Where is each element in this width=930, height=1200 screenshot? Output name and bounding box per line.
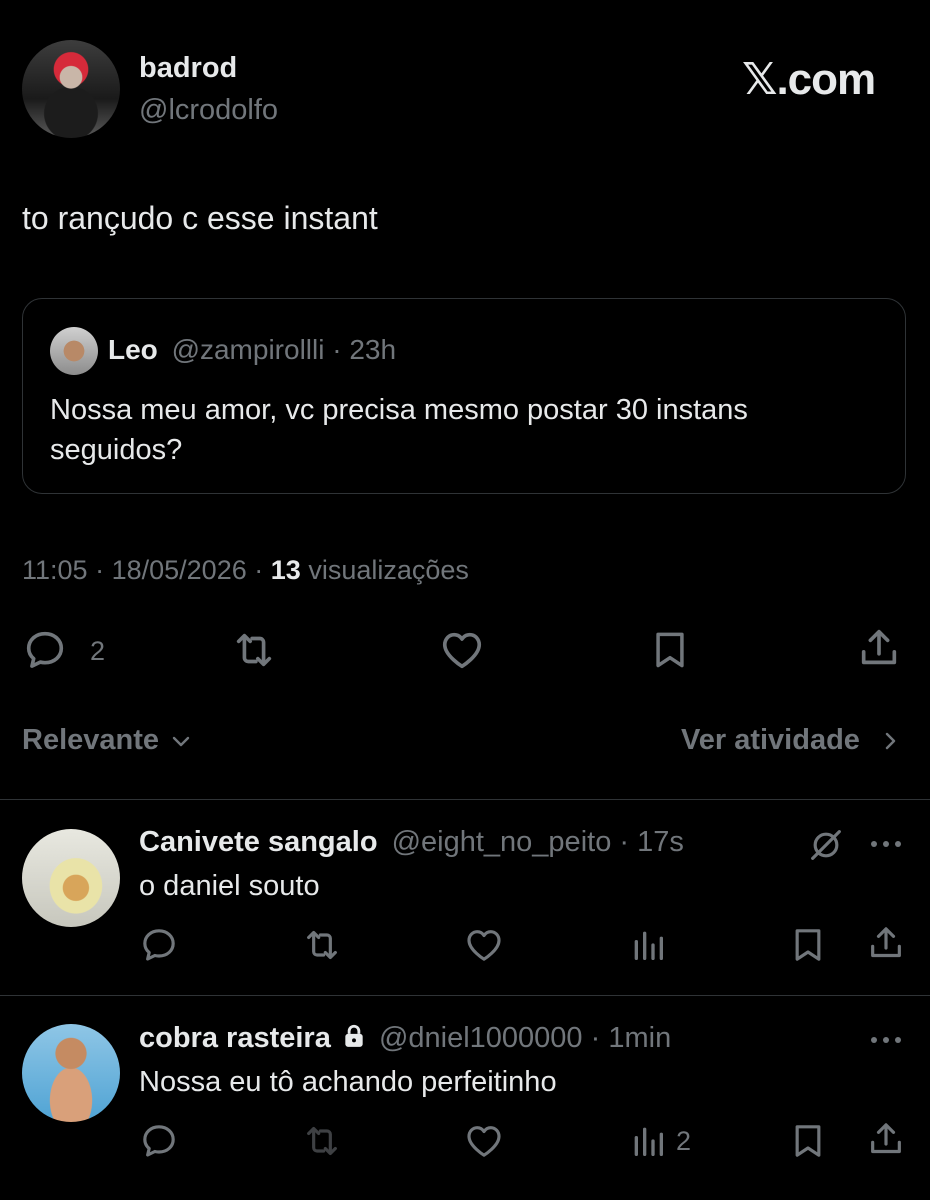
like-button[interactable] <box>464 1121 504 1161</box>
bookmark-icon <box>656 632 684 668</box>
share-icon <box>871 927 901 958</box>
lock-icon <box>345 1024 363 1047</box>
divider <box>0 995 930 996</box>
quoted-time[interactable]: 23h <box>349 334 396 365</box>
divider <box>0 799 930 800</box>
quoted-text: Nossa meu amor, vc precisa mesmo postar … <box>50 390 748 470</box>
reply-separator: · <box>590 1022 601 1054</box>
tweet-text: to rançudo c esse instant <box>22 200 378 236</box>
tweet-meta: 11:05 · 18/05/2026 · 13 visualizações <box>22 555 469 586</box>
retweet-button <box>300 1121 344 1161</box>
quoted-separator: · <box>332 334 342 365</box>
reply-button[interactable] <box>22 627 68 673</box>
quoted-text-line-1: Nossa meu amor, vc precisa mesmo postar … <box>50 394 748 426</box>
bookmark-button[interactable] <box>788 1121 828 1161</box>
views-label: visualizações <box>308 555 469 585</box>
bookmark-button[interactable] <box>788 925 828 965</box>
tweet-date: 18/05/2026 <box>111 555 247 585</box>
like-button[interactable] <box>464 925 504 965</box>
reply-icon <box>143 929 175 961</box>
reply-time[interactable]: 1min <box>608 1022 671 1054</box>
reply-author-name[interactable]: cobra rasteira <box>139 1022 331 1054</box>
sort-dropdown[interactable]: Relevante <box>22 724 193 757</box>
share-button[interactable] <box>866 1119 906 1159</box>
views-count: 2 <box>676 1126 692 1156</box>
views-button[interactable] <box>628 1121 668 1161</box>
reply-separator: · <box>619 826 630 858</box>
reply-time[interactable]: 17s <box>637 826 684 858</box>
reply-button[interactable] <box>139 1121 179 1161</box>
meta-separator: · <box>254 555 264 585</box>
grok-button[interactable] <box>806 825 846 865</box>
share-button[interactable] <box>866 923 906 963</box>
more-button[interactable] <box>866 1028 906 1052</box>
views-button[interactable] <box>628 925 668 965</box>
share-icon <box>861 629 897 665</box>
views-icon <box>634 931 663 960</box>
chevron-down-icon <box>172 737 190 747</box>
like-icon <box>467 930 501 961</box>
brand-logo: 𝕏.com <box>742 55 876 104</box>
sort-label: Relevante <box>22 724 160 756</box>
bookmark-icon <box>795 1125 821 1157</box>
reply-header: Canivete sangalo @eight_no_peito · 17s <box>139 826 684 859</box>
author-avatar[interactable] <box>22 40 120 138</box>
reply-avatar[interactable] <box>22 829 120 927</box>
share-button[interactable] <box>856 625 902 671</box>
retweet-button[interactable] <box>300 925 344 965</box>
grok-icon <box>811 830 841 860</box>
share-icon <box>871 1123 901 1154</box>
reply-count: 2 <box>90 636 106 666</box>
bookmark-button[interactable] <box>648 627 692 673</box>
quoted-text-line-2: seguidos? <box>50 434 183 466</box>
more-icon <box>871 1037 901 1043</box>
retweet-icon <box>236 633 272 667</box>
quoted-header: Leo @zampirollli · 23h <box>108 334 396 366</box>
reply-author-handle[interactable]: @dniel1000000 <box>379 1022 583 1054</box>
like-icon <box>467 1126 501 1157</box>
reply-button[interactable] <box>139 925 179 965</box>
activity-label: Ver atividade <box>681 724 860 756</box>
author-name[interactable]: badrod <box>139 52 237 85</box>
reply-icon <box>26 631 64 668</box>
activity-link[interactable]: Ver atividade <box>681 724 902 757</box>
reply-author-handle[interactable]: @eight_no_peito <box>392 826 612 858</box>
quoted-name[interactable]: Leo <box>108 334 158 365</box>
tweet-time: 11:05 <box>22 555 88 585</box>
like-icon <box>442 632 482 669</box>
bookmark-icon <box>795 929 821 961</box>
author-handle[interactable]: @lcrodolfo <box>139 94 278 127</box>
retweet-icon <box>307 1126 337 1156</box>
meta-separator: · <box>95 555 105 585</box>
more-icon <box>871 841 901 847</box>
reply-author-name[interactable]: Canivete sangalo <box>139 826 378 858</box>
like-button[interactable] <box>438 627 486 673</box>
quoted-avatar[interactable] <box>50 327 98 375</box>
views-count: 13 <box>270 555 301 585</box>
retweet-icon <box>307 930 337 960</box>
retweet-button[interactable] <box>228 627 280 673</box>
reply-avatar[interactable] <box>22 1024 120 1122</box>
reply-header: cobra rasteira @dniel1000000 · 1min <box>139 1022 671 1055</box>
more-button[interactable] <box>866 832 906 856</box>
quoted-handle[interactable]: @zampirollli <box>172 334 325 365</box>
reply-text: Nossa eu tô achando perfeitinho <box>139 1066 557 1098</box>
chevron-right-icon <box>885 733 896 750</box>
views-icon <box>634 1127 663 1156</box>
reply-text: o daniel souto <box>139 870 320 902</box>
reply-icon <box>143 1125 175 1157</box>
